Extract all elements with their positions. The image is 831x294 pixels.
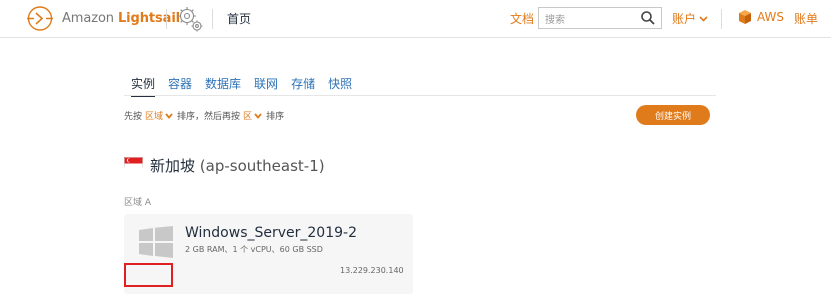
top-navigation-bar: Amazon Lightsail 首页 文档 账户 (0, 0, 831, 38)
instance-card[interactable]: Windows_Server_2019-2 2 GB RAM、1 个 vCPU、… (124, 214, 413, 294)
settings-gear-icon[interactable] (175, 4, 205, 34)
search-box[interactable] (538, 7, 662, 31)
sort-middle: 排序，然后再按 (177, 112, 241, 122)
region-title: 新加坡 (ap-southeast-1) (150, 155, 325, 176)
tabs-divider (124, 95, 716, 96)
tab-snapshots[interactable]: 快照 (328, 75, 352, 97)
header-divider (212, 9, 213, 29)
search-input[interactable] (539, 10, 641, 31)
instance-ip: 13.229.230.140 (340, 266, 404, 275)
singapore-flag-icon (124, 155, 143, 168)
lightsail-logo-icon (27, 6, 53, 31)
chevron-down-icon[interactable] (699, 16, 708, 22)
region-code: (ap-southeast-1) (199, 157, 325, 175)
aws-label: AWS (757, 10, 785, 24)
docs-link[interactable]: 文档 (510, 10, 534, 27)
chevron-down-icon[interactable] (254, 112, 262, 119)
aws-console-link[interactable]: AWS (738, 9, 784, 25)
sort-suffix: 排序 (266, 112, 285, 122)
windows-icon (139, 226, 173, 258)
sort-first-key[interactable]: 区域 (145, 109, 163, 122)
header-divider (721, 9, 722, 29)
lightsail-logo[interactable]: Amazon Lightsail (25, 5, 180, 32)
sort-prefix: 先按 (124, 112, 143, 122)
instance-status-highlight (124, 263, 173, 287)
logo-brand: Lightsail (118, 11, 181, 26)
search-icon[interactable] (640, 10, 656, 26)
logo-text: Amazon Lightsail (62, 11, 180, 26)
home-link[interactable]: 首页 (227, 10, 251, 27)
tab-containers[interactable]: 容器 (168, 75, 192, 97)
logo-prefix: Amazon (62, 11, 114, 26)
instance-spec: 2 GB RAM、1 个 vCPU、60 GB SSD (185, 245, 323, 254)
tab-databases[interactable]: 数据库 (205, 75, 241, 97)
aws-cube-icon (739, 10, 751, 24)
header-divider (166, 9, 167, 29)
sort-controls: 先按 区域 排序，然后再按 区 排序 (124, 109, 284, 122)
region-name: 新加坡 (150, 157, 196, 175)
chevron-down-icon[interactable] (165, 112, 173, 119)
tab-networking[interactable]: 联网 (254, 75, 278, 97)
account-menu[interactable]: 账户 (672, 10, 696, 27)
tab-instances[interactable]: 实例 (131, 75, 156, 97)
billing-link[interactable]: 账单 (794, 10, 818, 27)
create-instance-button[interactable]: 创建实例 (636, 105, 710, 125)
zone-label: 区域 A (124, 198, 152, 208)
instance-name[interactable]: Windows_Server_2019-2 (185, 225, 357, 241)
resource-tabs: 实例 容器 数据库 联网 存储 快照 (131, 75, 365, 97)
tab-storage[interactable]: 存储 (291, 75, 315, 97)
sort-second-key[interactable]: 区 (243, 109, 252, 122)
